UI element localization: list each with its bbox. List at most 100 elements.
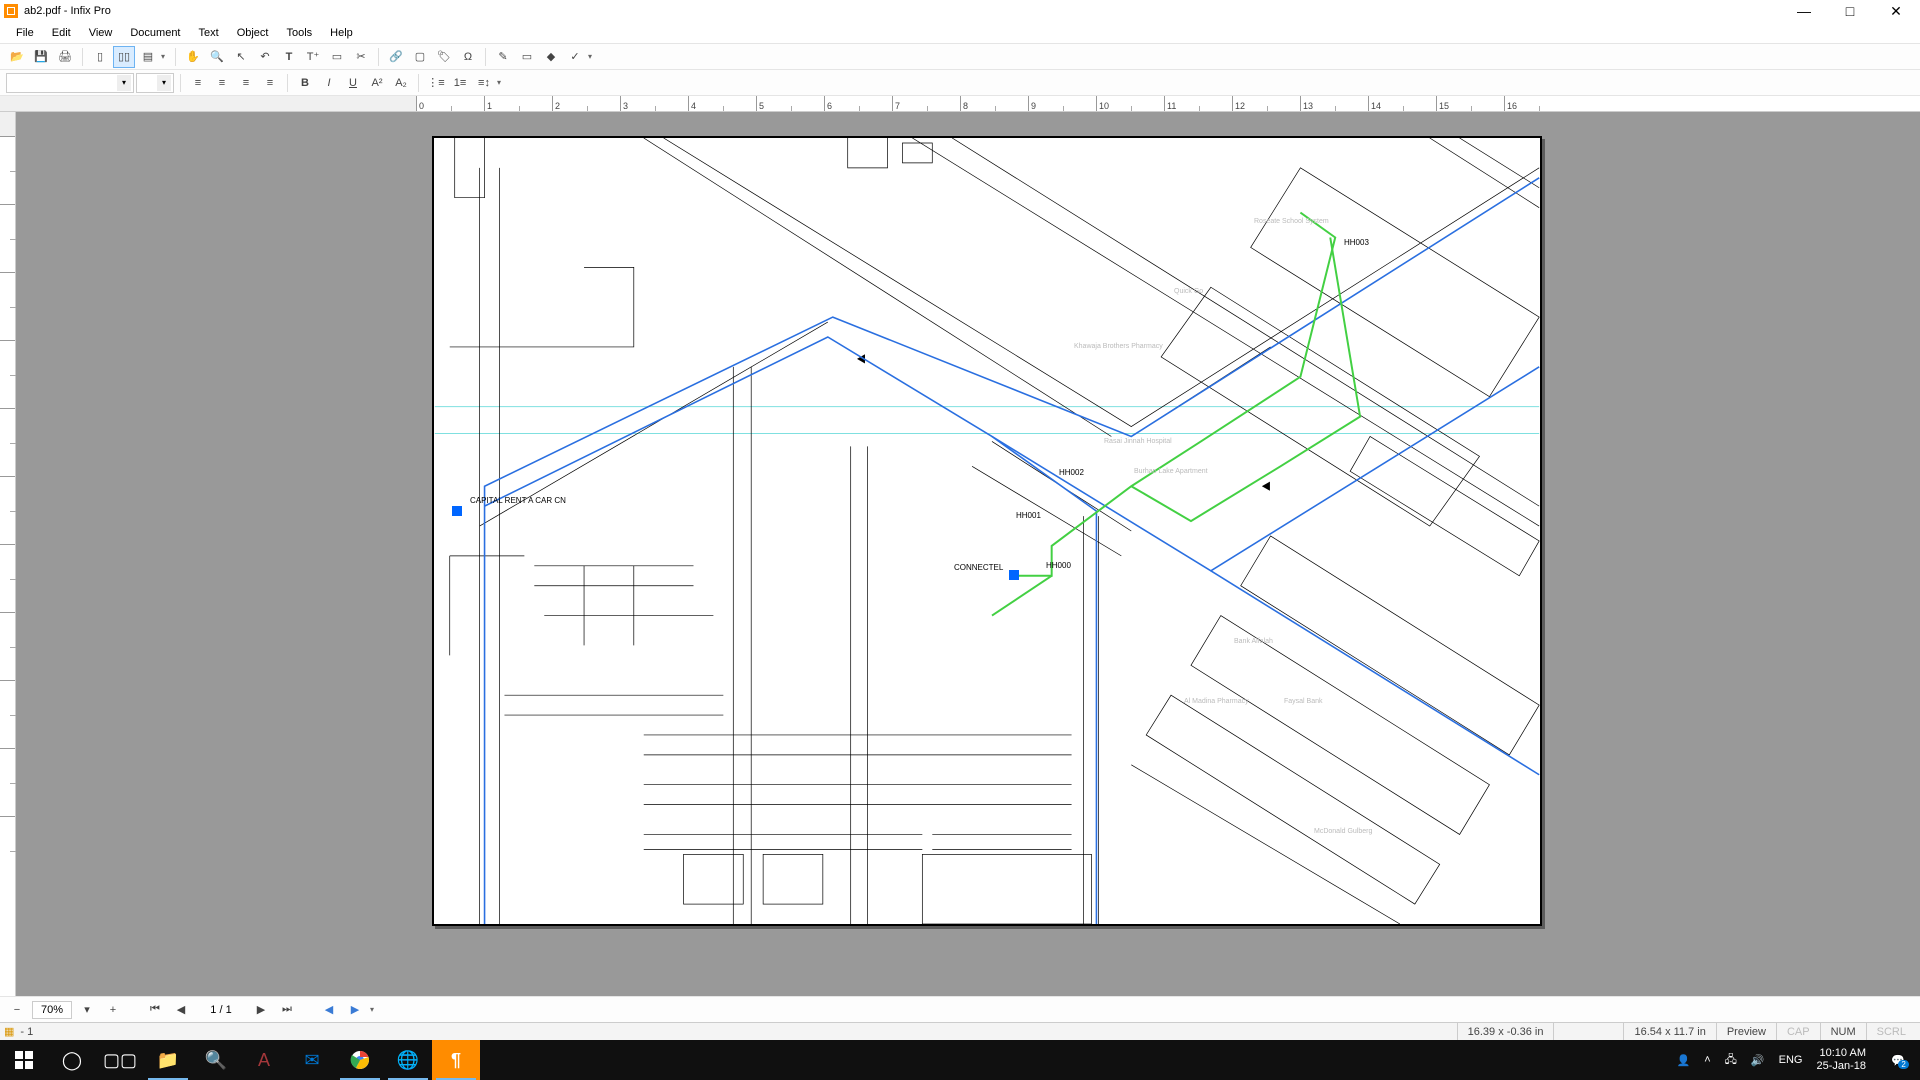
prev-page-icon[interactable]: ◀ [170, 999, 192, 1021]
menu-object[interactable]: Object [229, 25, 277, 41]
align-justify-icon[interactable]: ≡ [259, 72, 281, 94]
next-page-icon[interactable]: ▶ [250, 999, 272, 1021]
menu-help[interactable]: Help [322, 25, 361, 41]
stamp-dropdown-icon[interactable]: ▾ [588, 52, 596, 61]
status-left-text: - 1 [20, 1026, 33, 1038]
print-icon[interactable]: 🖨 [54, 46, 76, 68]
map-faint-label: Al Madina Pharmacy [1184, 698, 1249, 705]
people-icon[interactable]: 👤 [1677, 1054, 1691, 1067]
single-page-icon[interactable]: ▯ [89, 46, 111, 68]
status-cap: CAP [1776, 1023, 1820, 1040]
language-indicator[interactable]: ENG [1779, 1054, 1803, 1066]
status-mode: Preview [1716, 1023, 1776, 1040]
superscript-icon[interactable]: A² [366, 72, 388, 94]
marquee-tool-icon[interactable]: ▭ [516, 46, 538, 68]
status-layers-icon[interactable]: ▦ [4, 1025, 14, 1038]
undo-icon[interactable]: ↶ [254, 46, 276, 68]
poi-marker [1009, 570, 1019, 580]
text-plus-icon[interactable]: T⁺ [302, 46, 324, 68]
title-bar: ab2.pdf - Infix Pro — □ ✕ [0, 0, 1920, 22]
text-tool-icon[interactable]: T [278, 46, 300, 68]
signature-tool-icon[interactable]: Ω [457, 46, 479, 68]
menu-tools[interactable]: Tools [278, 25, 320, 41]
highlight-tool-icon[interactable]: ✎ [492, 46, 514, 68]
layout-dropdown-icon[interactable]: ▾ [161, 52, 169, 61]
zoom-tool-icon[interactable]: 🔍 [206, 46, 228, 68]
menu-document[interactable]: Document [122, 25, 188, 41]
infix-taskbar-icon[interactable]: ¶ [432, 1040, 480, 1080]
underline-icon[interactable]: U [342, 72, 364, 94]
access-icon[interactable]: A [240, 1040, 288, 1080]
map-faint-label: Khawaja Brothers Pharmacy [1074, 343, 1163, 350]
link-tool-icon[interactable]: 🔗 [385, 46, 407, 68]
menu-text[interactable]: Text [191, 25, 227, 41]
action-center-icon[interactable]: 💬2 [1880, 1040, 1916, 1080]
maximize-button[interactable]: □ [1836, 4, 1864, 18]
first-page-icon[interactable]: ⏮ [144, 999, 166, 1021]
document-page[interactable]: CAPITAL RENT A CAR CN CONNECTEL HH000 HH… [432, 136, 1542, 926]
status-pagesize: 16.54 x 11.7 in [1623, 1023, 1715, 1040]
font-size-combo[interactable]: ▾ [136, 73, 174, 93]
zoom-in-icon[interactable]: + [102, 999, 124, 1021]
italic-icon[interactable]: I [318, 72, 340, 94]
network-icon[interactable]: 🖧 [1725, 1051, 1737, 1070]
map-faint-label: McDonald Gulberg [1314, 828, 1372, 835]
map-faint-label: Roseate School System [1254, 218, 1329, 225]
open-icon[interactable]: 📂 [6, 46, 28, 68]
font-family-combo[interactable]: ▾ [6, 73, 134, 93]
align-left-icon[interactable]: ≡ [187, 72, 209, 94]
select-tool-icon[interactable]: ↖ [230, 46, 252, 68]
menu-edit[interactable]: Edit [44, 25, 79, 41]
search-icon[interactable]: 🔍 [192, 1040, 240, 1080]
line-spacing-icon[interactable]: ≡↕ [473, 72, 495, 94]
continuous-icon[interactable]: ▤ [137, 46, 159, 68]
chrome-icon[interactable] [336, 1040, 384, 1080]
history-back-icon[interactable]: ◀ [318, 999, 340, 1021]
facing-pages-icon[interactable]: ▯▯ [113, 46, 135, 68]
poi-marker [452, 506, 462, 516]
subscript-icon[interactable]: A₂ [390, 72, 412, 94]
workspace: CAPITAL RENT A CAR CN CONNECTEL HH000 HH… [0, 112, 1920, 996]
align-right-icon[interactable]: ≡ [235, 72, 257, 94]
cortana-icon[interactable]: ◯ [48, 1040, 96, 1080]
image-tool-icon[interactable]: ▭ [326, 46, 348, 68]
map-label-hh003: HH003 [1344, 238, 1369, 247]
tray-expand-icon[interactable]: ˄ [1704, 1054, 1710, 1066]
form-tool-icon[interactable]: ▢ [409, 46, 431, 68]
zoom-dropdown-icon[interactable]: ▾ [76, 999, 98, 1021]
bold-icon[interactable]: B [294, 72, 316, 94]
list-number-icon[interactable]: 1≡ [449, 72, 471, 94]
menu-file[interactable]: File [8, 25, 42, 41]
google-earth-icon[interactable]: 🌐 [384, 1040, 432, 1080]
crop-tool-icon[interactable]: ✂ [350, 46, 372, 68]
status-num: NUM [1820, 1023, 1866, 1040]
history-dropdown-icon[interactable]: ▾ [370, 1005, 378, 1014]
zoom-out-icon[interactable]: − [6, 999, 28, 1021]
last-page-icon[interactable]: ⏭ [276, 999, 298, 1021]
minimize-button[interactable]: — [1790, 4, 1818, 18]
spacing-dropdown-icon[interactable]: ▾ [497, 78, 505, 87]
start-button[interactable] [0, 1040, 48, 1080]
hand-tool-icon[interactable]: ✋ [182, 46, 204, 68]
stamp-tool-icon[interactable]: ✓ [564, 46, 586, 68]
windows-taskbar: ◯ ▢▢ 📁 🔍 A ✉ 🌐 ¶ 👤 ˄ 🖧 🔊 ENG 10:10 AM 25… [0, 1040, 1920, 1080]
status-scrl: SCRL [1866, 1023, 1916, 1040]
zoom-input[interactable] [32, 1001, 72, 1019]
align-center-icon[interactable]: ≡ [211, 72, 233, 94]
menu-view[interactable]: View [81, 25, 121, 41]
history-forward-icon[interactable]: ▶ [344, 999, 366, 1021]
close-button[interactable]: ✕ [1882, 4, 1910, 18]
clock[interactable]: 10:10 AM 25-Jan-18 [1816, 1047, 1866, 1073]
save-icon[interactable]: 💾 [30, 46, 52, 68]
volume-icon[interactable]: 🔊 [1751, 1054, 1765, 1067]
map-label-capital: CAPITAL RENT A CAR CN [470, 496, 566, 505]
taskview-icon[interactable]: ▢▢ [96, 1040, 144, 1080]
file-explorer-icon[interactable]: 📁 [144, 1040, 192, 1080]
menu-bar: File Edit View Document Text Object Tool… [0, 22, 1920, 44]
outlook-icon[interactable]: ✉ [288, 1040, 336, 1080]
note-tool-icon[interactable]: 🏷 [433, 46, 455, 68]
map-label-connectel: CONNECTEL [954, 563, 1003, 572]
canvas-area[interactable]: CAPITAL RENT A CAR CN CONNECTEL HH000 HH… [16, 112, 1920, 996]
fill-tool-icon[interactable]: ◆ [540, 46, 562, 68]
list-bullet-icon[interactable]: ⋮≡ [425, 72, 447, 94]
